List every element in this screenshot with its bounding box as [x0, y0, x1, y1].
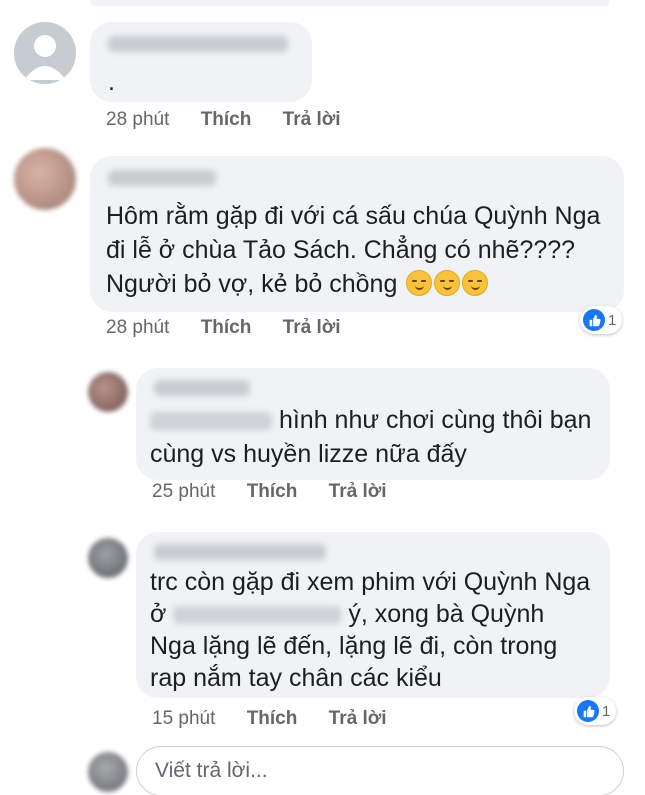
reply-text-line-3: Nga lặng lẽ đến, lặng lẽ đi, còn trong: [150, 632, 558, 660]
reply-text-prefix: ở: [150, 600, 167, 628]
author-name-blurred[interactable]: [154, 380, 250, 396]
reply-text-line-2: ở ý, xong bà Quỳnh: [150, 598, 544, 631]
smirk-emoji-icon: [462, 270, 489, 296]
reply-text-line-4: rap nắm tay chân các kiểu: [150, 664, 442, 692]
reply-button[interactable]: Trả lời: [329, 481, 387, 503]
author-name-blurred[interactable]: [154, 544, 326, 560]
reply-text-line-1-text: hình như chơi cùng thôi bạn: [278, 406, 592, 434]
top-divider: [90, 0, 610, 6]
like-button[interactable]: Thích: [201, 109, 252, 131]
mention-blurred[interactable]: [150, 412, 272, 431]
comment-time[interactable]: 28 phút: [106, 109, 169, 131]
author-name-blurred[interactable]: [108, 36, 288, 52]
reply-bubble-2: trc còn gặp đi xem phim với Quỳnh Nga ở …: [136, 532, 610, 698]
comment-bubble-1: .: [90, 22, 312, 102]
author-name-blurred[interactable]: [108, 170, 216, 186]
reply-meta-1: 25 phút Thích Trả lời: [152, 481, 413, 503]
comment-text: .: [108, 68, 115, 96]
like-icon: [583, 309, 605, 331]
avatar-blurred[interactable]: [14, 148, 76, 210]
reaction-count-badge[interactable]: 1: [574, 697, 617, 725]
reply-text-line-1: trc còn gặp đi xem phim với Quỳnh Nga: [150, 568, 591, 596]
avatar-blurred[interactable]: [88, 538, 128, 578]
reply-input-box[interactable]: [136, 746, 624, 795]
current-user-avatar: [88, 752, 128, 792]
like-icon: [577, 700, 599, 722]
comment-bubble-2: Hôm rằm gặp đi với cá sấu chúa Quỳnh Nga…: [90, 156, 624, 312]
place-name-blurred: [173, 606, 342, 625]
like-button[interactable]: Thích: [247, 708, 298, 730]
reply-button[interactable]: Trả lời: [283, 317, 341, 339]
reaction-count-badge[interactable]: 1: [580, 306, 623, 334]
reply-text-line-2-text: ý, xong bà Quỳnh: [348, 600, 545, 628]
comment-time[interactable]: 15 phút: [152, 708, 215, 730]
reply-input[interactable]: [155, 759, 595, 783]
comment-text-line-3: Người bỏ vợ, kẻ bỏ chồng: [106, 268, 489, 301]
comment-text-line-2: đi lễ ở chùa Tảo Sách. Chẳng có nhẽ????: [106, 236, 576, 264]
comment-meta-1: 28 phút Thích Trả lời: [106, 109, 367, 131]
reaction-count: 1: [608, 311, 617, 329]
user-silhouette-icon: [14, 22, 76, 84]
reaction-count: 1: [602, 702, 611, 720]
avatar-default[interactable]: [14, 22, 76, 84]
avatar-blurred[interactable]: [88, 372, 128, 412]
reply-button[interactable]: Trả lời: [283, 109, 341, 131]
like-button[interactable]: Thích: [201, 317, 252, 339]
comment-time[interactable]: 28 phút: [106, 317, 169, 339]
reply-text-line-2: cùng vs huyền lizze nữa đấy: [150, 440, 467, 468]
comment-text-line-3-text: Người bỏ vợ, kẻ bỏ chồng: [106, 270, 398, 298]
reply-button[interactable]: Trả lời: [329, 708, 387, 730]
reply-text-line-1: hình như chơi cùng thôi bạn: [150, 404, 591, 437]
comment-time[interactable]: 25 phút: [152, 481, 215, 503]
reply-meta-2: 15 phút Thích Trả lời: [152, 708, 413, 730]
reply-bubble-1: hình như chơi cùng thôi bạn cùng vs huyề…: [136, 368, 610, 480]
comment-meta-2: 28 phút Thích Trả lời: [106, 317, 367, 339]
smirk-emoji-icon: [406, 270, 433, 296]
comment-text-line-1: Hôm rằm gặp đi với cá sấu chúa Quỳnh Nga: [106, 202, 601, 230]
smirk-emoji-icon: [434, 270, 461, 296]
like-button[interactable]: Thích: [247, 481, 298, 503]
